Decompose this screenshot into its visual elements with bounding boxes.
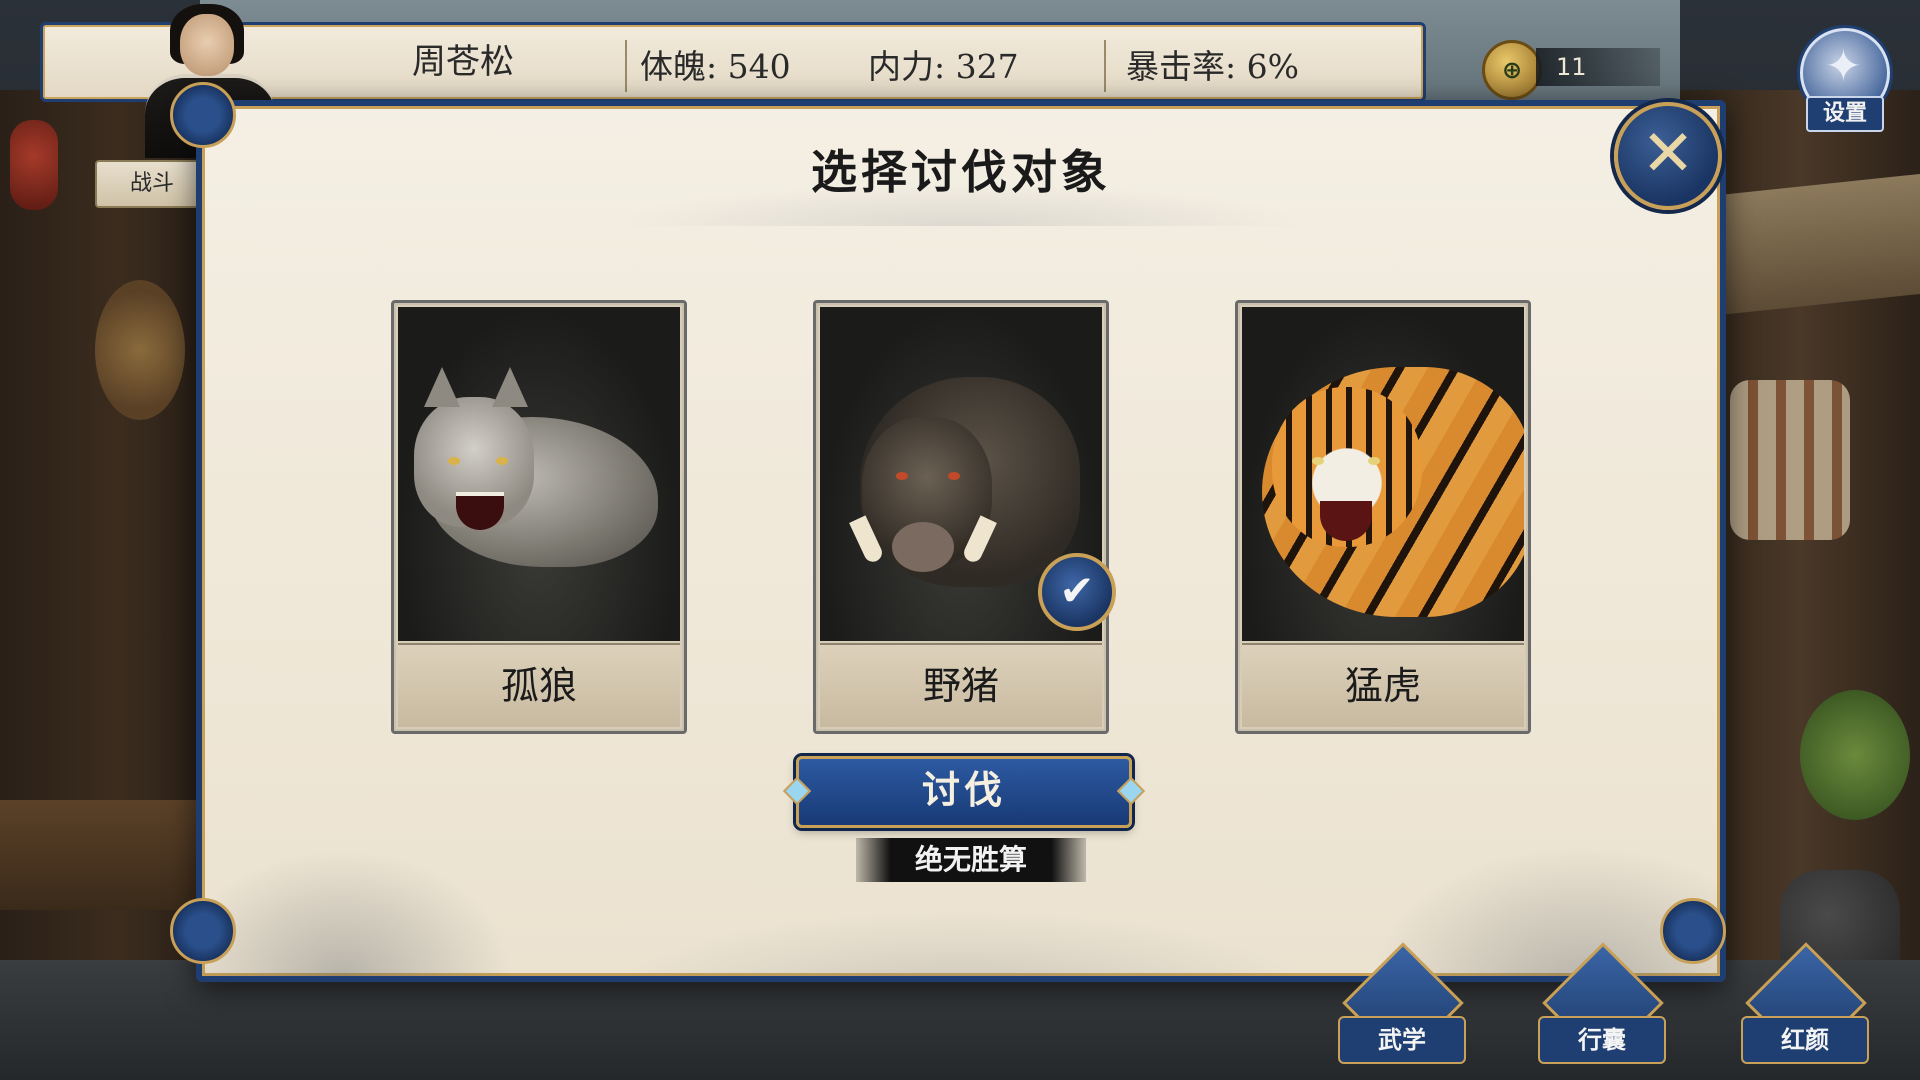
vegetable-stall xyxy=(0,800,210,910)
tiger-eye xyxy=(1368,457,1380,465)
stat-constitution: 体魄: 540 xyxy=(640,47,791,86)
nav-inventory[interactable]: 行囊 xyxy=(1530,942,1670,1070)
wolf-eye xyxy=(448,457,460,465)
nav-martial-arts[interactable]: 武学 xyxy=(1330,942,1470,1070)
corner-ornament xyxy=(170,898,236,964)
target-card-wolf[interactable]: 孤狼 xyxy=(391,300,687,734)
win-odds-text: 绝无胜算 xyxy=(856,838,1086,882)
corner-ornament xyxy=(1660,898,1726,964)
wolf-ear xyxy=(424,367,460,407)
wolf-eye xyxy=(496,457,508,465)
currency-amount: 11 xyxy=(1536,48,1660,86)
tiger-eye xyxy=(1312,457,1324,465)
wolf-ear xyxy=(492,367,528,407)
tiger-portrait xyxy=(1242,307,1524,641)
red-lantern xyxy=(10,120,58,210)
settings-label: 设置 xyxy=(1806,96,1884,132)
target-card-boar[interactable]: 野猪 ✔ xyxy=(813,300,1116,734)
close-icon: ✕ xyxy=(1641,117,1695,191)
dialog-title: 选择讨伐对象 xyxy=(811,145,1111,199)
target-name: 猛虎 xyxy=(1242,643,1524,727)
nav-label: 行囊 xyxy=(1538,1016,1666,1064)
settings-button[interactable]: 设置 xyxy=(1790,24,1896,132)
selected-check-icon: ✔ xyxy=(1038,553,1116,631)
cloth-awning xyxy=(1710,173,1920,317)
avatar-face xyxy=(180,14,234,76)
target-name: 孤狼 xyxy=(398,643,680,727)
nav-companions[interactable]: 红颜 xyxy=(1733,942,1873,1070)
hanging-garlic xyxy=(1730,380,1850,540)
potted-plant xyxy=(1800,690,1910,820)
boar-eye xyxy=(896,472,908,480)
jade-coin-icon: ⊕ xyxy=(1482,40,1542,100)
stat-divider xyxy=(625,40,627,92)
player-name: 周苍松 xyxy=(412,42,514,82)
boar-eye xyxy=(948,472,960,480)
boar-snout xyxy=(892,522,954,572)
nav-label: 红颜 xyxy=(1741,1016,1869,1064)
stat-inner-power: 内力: 327 xyxy=(868,47,1019,86)
attack-button[interactable]: 讨伐 xyxy=(782,756,1146,828)
corner-ornament xyxy=(170,82,236,148)
battle-tab[interactable]: 战斗 xyxy=(95,160,209,208)
stat-divider xyxy=(1104,40,1106,92)
target-name: 野猪 xyxy=(820,643,1102,727)
stat-crit-rate: 暴击率: 6% xyxy=(1126,47,1299,86)
target-card-tiger[interactable]: 猛虎 xyxy=(1235,300,1531,734)
close-button[interactable]: ✕ xyxy=(1614,102,1722,210)
attack-button-label: 讨伐 xyxy=(921,767,1006,812)
wolf-portrait xyxy=(398,307,680,641)
nav-label: 武学 xyxy=(1338,1016,1466,1064)
woven-basket xyxy=(95,280,185,420)
